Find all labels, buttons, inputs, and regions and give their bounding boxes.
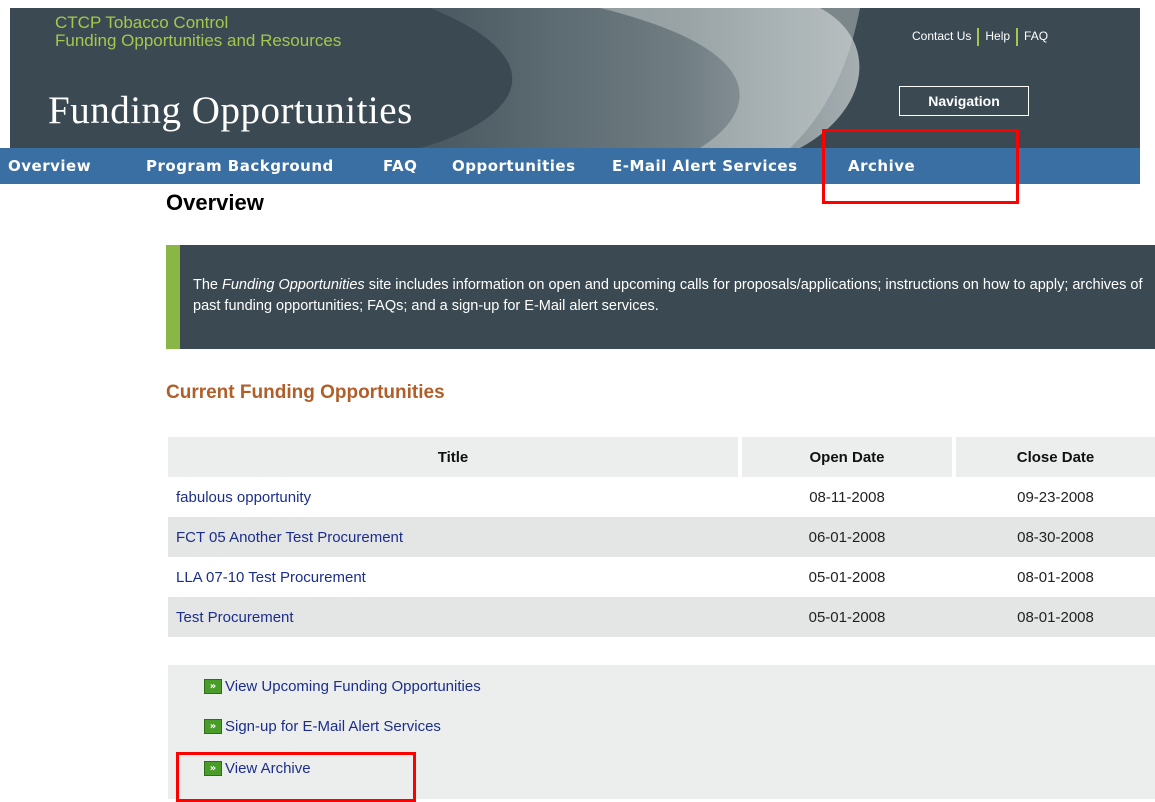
email-signup-link[interactable]: » Sign-up for E-Mail Alert Services	[204, 716, 441, 736]
open-date-cell: 05-01-2008	[740, 597, 954, 637]
double-arrow-icon: »	[204, 718, 222, 734]
close-date-cell: 08-01-2008	[954, 597, 1155, 637]
column-header-title[interactable]: Title	[168, 437, 742, 477]
open-date-cell: 08-11-2008	[809, 488, 885, 506]
table-row: FCT 05 Another Test Procurement 06-01-20…	[168, 517, 1155, 557]
current-opportunities-heading: Current Funding Opportunities	[166, 382, 445, 403]
site-title-line-2: Funding Opportunities and Resources	[55, 31, 342, 50]
double-arrow-icon: »	[204, 678, 222, 694]
intro-prefix: The	[193, 277, 223, 293]
separator	[1016, 28, 1019, 46]
email-signup-label[interactable]: Sign-up for E-Mail Alert Services	[225, 718, 441, 735]
page-title: Overview	[166, 190, 264, 215]
view-upcoming-label[interactable]: View Upcoming Funding Opportunities	[225, 678, 481, 695]
table-header-row: Title Open Date Close Date	[168, 437, 1155, 477]
highlight-box-archive-nav	[822, 129, 1019, 204]
opportunity-title-link[interactable]: Test Procurement	[176, 609, 294, 626]
table-row: Test Procurement 05-01-2008 08-01-2008	[168, 597, 1155, 637]
page-banner-title: Funding Opportunities	[48, 89, 413, 132]
nav-opportunities[interactable]: Opportunities	[452, 148, 576, 184]
opportunity-title-link[interactable]: LLA 07-10 Test Procurement	[176, 569, 366, 586]
opportunities-table: Title Open Date Close Date fabulous oppo…	[168, 437, 1155, 637]
column-header-close-date[interactable]: Close Date	[954, 437, 1155, 477]
open-date-cell: 06-01-2008	[740, 517, 954, 557]
nav-program-background[interactable]: Program Background	[146, 148, 334, 184]
close-date-cell: 09-23-2008	[1017, 488, 1094, 506]
nav-overview[interactable]: Overview	[8, 148, 91, 184]
close-date-cell: 08-01-2008	[1017, 568, 1094, 586]
site-title-line-1: CTCP Tobacco Control	[55, 13, 229, 32]
help-link[interactable]: Help	[985, 29, 1010, 43]
opportunity-title-link[interactable]: FCT 05 Another Test Procurement	[176, 529, 403, 546]
navigation-button[interactable]: Navigation	[899, 86, 1029, 116]
open-date-cell: 05-01-2008	[808, 568, 886, 586]
table-row: LLA 07-10 Test Procurement 05-01-2008 08…	[168, 557, 1155, 597]
opportunity-title-link[interactable]: fabulous opportunity	[176, 489, 311, 506]
intro-site-name: Funding Opportunities	[222, 277, 365, 293]
contact-us-link[interactable]: Contact Us	[912, 29, 971, 43]
table-row: fabulous opportunity 08-11-2008 09-23-20…	[168, 477, 1155, 517]
site-header: CTCP Tobacco Control Funding Opportuniti…	[0, 0, 1155, 148]
nav-email-alert-services[interactable]: E-Mail Alert Services	[612, 148, 798, 184]
column-header-open-date[interactable]: Open Date	[740, 437, 956, 477]
utility-links: Contact Us Help FAQ	[912, 28, 1048, 46]
intro-text: The Funding Opportunities site includes …	[193, 275, 1148, 317]
nav-faq[interactable]: FAQ	[383, 148, 417, 184]
highlight-box-view-archive	[176, 752, 416, 802]
separator	[977, 28, 980, 46]
close-date-cell: 08-30-2008	[954, 517, 1155, 557]
faq-link[interactable]: FAQ	[1024, 29, 1048, 43]
view-upcoming-link[interactable]: » View Upcoming Funding Opportunities	[204, 676, 481, 696]
